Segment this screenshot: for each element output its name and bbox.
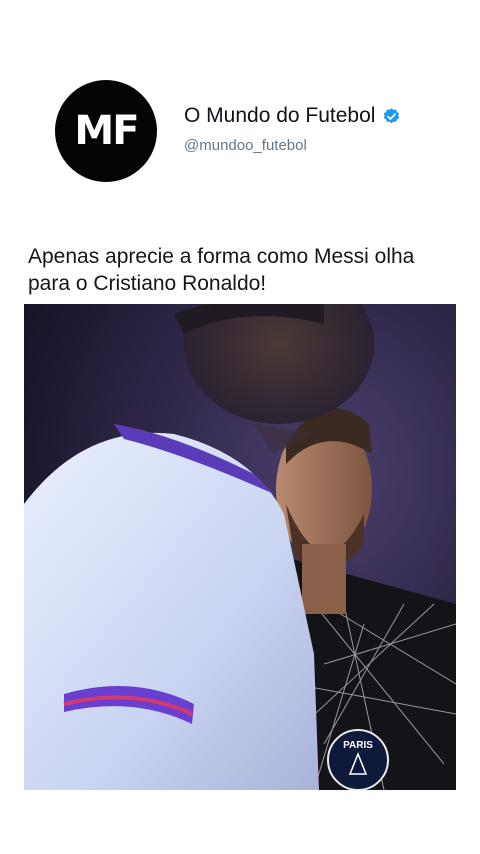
display-name[interactable]: O Mundo do Futebol (184, 104, 375, 128)
media-image: PARIS (24, 304, 456, 790)
svg-text:PARIS: PARIS (343, 740, 373, 751)
account-avatar[interactable]: MF (55, 80, 157, 182)
verified-badge-icon (384, 107, 400, 123)
name-row: O Mundo do Futebol (184, 104, 401, 128)
post-text: Apenas aprecie a forma como Messi olha p… (28, 245, 415, 295)
avatar-initials: MF (74, 108, 139, 154)
crest: PARIS (327, 729, 389, 790)
post-media[interactable]: PARIS (24, 304, 456, 790)
account-handle[interactable]: @mundoo_futebol (184, 137, 307, 154)
post-header: MF O Mundo do Futebol @mundoo_futebol (55, 80, 455, 182)
